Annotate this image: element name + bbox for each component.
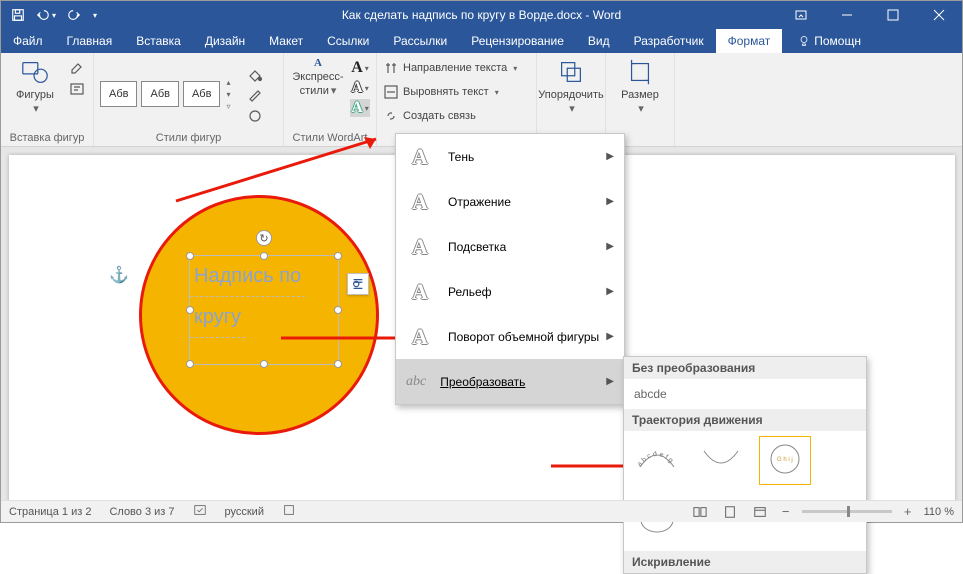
- close-button[interactable]: [916, 1, 962, 29]
- fx-transform[interactable]: abcПреобразовать▶: [396, 359, 624, 404]
- create-link-button[interactable]: Создать связь: [383, 105, 476, 127]
- resize-handle[interactable]: [334, 306, 342, 314]
- text-effects-button[interactable]: A▾: [350, 99, 370, 117]
- redo-button[interactable]: [63, 4, 85, 26]
- status-bar: Страница 1 из 2 Слово 3 из 7 русский − +…: [1, 500, 962, 522]
- tab-insert[interactable]: Вставка: [124, 29, 193, 53]
- fx-reflection[interactable]: AОтражение▶: [396, 179, 624, 224]
- tab-mailings[interactable]: Рассылки: [381, 29, 459, 53]
- status-language[interactable]: русский: [225, 506, 264, 518]
- textbox-line1[interactable]: Надпись по: [190, 256, 305, 297]
- save-button[interactable]: [7, 4, 29, 26]
- resize-handle[interactable]: [186, 360, 194, 368]
- chevron-right-icon: ▶: [606, 151, 614, 162]
- window-controls: [778, 1, 962, 29]
- chevron-right-icon: ▶: [606, 286, 614, 297]
- status-macro[interactable]: [282, 503, 296, 520]
- transform-arch-down[interactable]: [698, 439, 744, 482]
- resize-handle[interactable]: [260, 252, 268, 260]
- resize-handle[interactable]: [260, 360, 268, 368]
- shape-format-tools: [245, 63, 265, 125]
- text-effects-menu: AТень▶ AОтражение▶ AПодсветка▶ AРельеф▶ …: [395, 133, 625, 405]
- rotate-handle[interactable]: [256, 230, 272, 246]
- transform-icon: abc: [406, 374, 426, 390]
- maximize-button[interactable]: [870, 1, 916, 29]
- chevron-right-icon: ▶: [606, 331, 614, 342]
- transform-warp-header: Искривление: [624, 551, 866, 573]
- tab-format[interactable]: Формат: [716, 29, 783, 53]
- align-text-button[interactable]: Выровнять текст▾: [383, 81, 499, 103]
- quick-access-toolbar: ▾ ▾: [1, 4, 97, 26]
- chevron-right-icon: ▶: [606, 376, 614, 387]
- view-web-layout[interactable]: [750, 504, 770, 520]
- tell-me[interactable]: Помощн: [786, 29, 873, 53]
- zoom-level[interactable]: 110 %: [924, 506, 954, 518]
- tab-file[interactable]: Файл: [1, 29, 55, 53]
- shape-edit-tools: [67, 57, 87, 98]
- ribbon-tabs: Файл Главная Вставка Дизайн Макет Ссылки…: [1, 29, 962, 53]
- zoom-out-button[interactable]: −: [780, 504, 792, 519]
- undo-button[interactable]: ▾: [35, 4, 57, 26]
- svg-text:G h i j: G h i j: [777, 457, 793, 463]
- chevron-right-icon: ▶: [606, 241, 614, 252]
- quick-styles-button[interactable]: A Экспресс- стили▾: [290, 57, 346, 97]
- ribbon-options-button[interactable]: [778, 1, 824, 29]
- wordart-icon: A: [314, 57, 322, 69]
- tab-review[interactable]: Рецензирование: [459, 29, 576, 53]
- transform-path-header: Траектория движения: [624, 409, 866, 431]
- tab-developer[interactable]: Разработчик: [622, 29, 716, 53]
- title-bar: ▾ ▾ Как сделать надпись по кругу в Ворде…: [1, 1, 962, 29]
- zoom-in-button[interactable]: +: [902, 504, 914, 519]
- view-print-layout[interactable]: [720, 504, 740, 520]
- style-preset-1[interactable]: Абв: [100, 81, 137, 107]
- edit-shape-button[interactable]: [67, 59, 87, 77]
- view-read-mode[interactable]: [690, 504, 710, 520]
- text-fill-button[interactable]: A▾: [350, 59, 370, 77]
- size-button[interactable]: Размер▾: [612, 57, 668, 115]
- arrange-button[interactable]: Упорядочить▾: [543, 57, 599, 115]
- text-outline-button[interactable]: A▾: [350, 79, 370, 97]
- group-insert-shapes: Фигуры ▾ Вставка фигур: [1, 53, 94, 146]
- tab-design[interactable]: Дизайн: [193, 29, 257, 53]
- style-preset-2[interactable]: Абв: [141, 81, 178, 107]
- transform-circle[interactable]: G h i j: [762, 439, 808, 482]
- textbox-line2[interactable]: кругу: [190, 297, 245, 338]
- tab-references[interactable]: Ссылки: [315, 29, 381, 53]
- resize-handle[interactable]: [186, 252, 194, 260]
- fx-3d-rotation[interactable]: AПоворот объемной фигуры▶: [396, 314, 624, 359]
- zoom-slider[interactable]: [802, 510, 892, 513]
- resize-handle[interactable]: [186, 306, 194, 314]
- shape-outline-button[interactable]: [245, 86, 265, 104]
- fx-shadow[interactable]: AТень▶: [396, 134, 624, 179]
- transform-submenu: Без преобразования abcde Траектория движ…: [623, 356, 867, 574]
- transform-none-header: Без преобразования: [624, 357, 866, 379]
- tab-layout[interactable]: Макет: [257, 29, 315, 53]
- fx-bevel[interactable]: AРельеф▶: [396, 269, 624, 314]
- resize-handle[interactable]: [334, 360, 342, 368]
- shape-fill-button[interactable]: [245, 65, 265, 83]
- status-page[interactable]: Страница 1 из 2: [9, 506, 91, 518]
- fx-glow[interactable]: AПодсветка▶: [396, 224, 624, 269]
- style-preset-3[interactable]: Абв: [183, 81, 220, 107]
- shape-effects-button[interactable]: [245, 107, 265, 125]
- layout-options-button[interactable]: [347, 273, 369, 295]
- tab-home[interactable]: Главная: [55, 29, 125, 53]
- status-words[interactable]: Слово 3 из 7: [109, 506, 174, 518]
- anchor-icon: ⚓: [109, 265, 129, 285]
- chevron-right-icon: ▶: [606, 196, 614, 207]
- minimize-button[interactable]: [824, 1, 870, 29]
- transform-none-option[interactable]: abcde: [634, 387, 667, 401]
- svg-text:a b c d e f g: a b c d e f g: [636, 451, 674, 468]
- tell-me-label: Помощн: [814, 34, 861, 48]
- text-direction-button[interactable]: Направление текста▾: [383, 57, 517, 79]
- transform-arch-up[interactable]: a b c d e f g: [634, 439, 680, 482]
- shapes-button[interactable]: Фигуры ▾: [7, 57, 63, 115]
- resize-handle[interactable]: [334, 252, 342, 260]
- status-spellcheck[interactable]: [193, 503, 207, 520]
- annotation-arrow: [166, 131, 396, 211]
- draw-textbox-button[interactable]: [67, 80, 87, 98]
- tab-view[interactable]: Вид: [576, 29, 622, 53]
